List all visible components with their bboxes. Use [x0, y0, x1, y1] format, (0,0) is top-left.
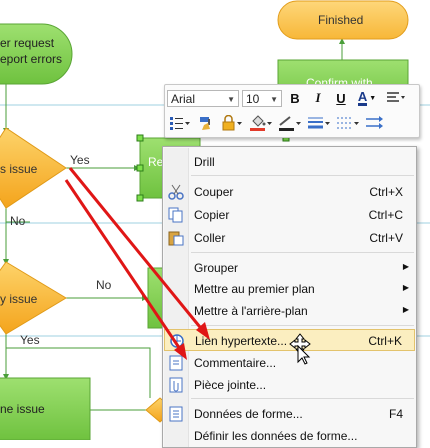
submenu-arrow-icon: ▶ — [402, 262, 409, 271]
menu-item-label: Grouper — [194, 261, 239, 275]
menu-separator — [191, 252, 414, 253]
format-painter-icon — [200, 117, 210, 130]
menu-item-group[interactable]: Grouper ▶ — [164, 257, 415, 279]
submenu-arrow-icon: ▶ — [402, 283, 409, 292]
yes-label-2: Yes — [20, 333, 40, 347]
bullets-icon — [170, 117, 190, 130]
format-painter-button[interactable] — [196, 113, 216, 133]
comment-icon — [169, 355, 183, 371]
font-color-button[interactable]: A ▼ — [354, 88, 380, 108]
dash-icon — [337, 117, 359, 129]
menu-item-define-shape-data[interactable]: Définir les données de forme... — [164, 425, 415, 447]
lock-button[interactable] — [219, 113, 245, 133]
line-weight-button[interactable] — [306, 113, 332, 133]
bold-icon: B — [290, 90, 300, 106]
start-terminal-line1: er request — [0, 36, 55, 50]
menu-item-label: Lien hypertexte... — [195, 334, 288, 348]
bottom-process-label: ne issue — [0, 402, 45, 416]
menu-item-label: Commentaire... — [194, 356, 277, 370]
underline-icon: U — [336, 90, 346, 106]
menu-item-shortcut: Ctrl+K — [368, 334, 402, 348]
font-family-select[interactable]: Arial ▼ — [167, 89, 239, 107]
fill-color-button[interactable] — [248, 113, 274, 133]
dash-style-button[interactable] — [335, 113, 361, 133]
menu-item-send-to-back[interactable]: Mettre à l'arrière-plan ▶ — [164, 300, 415, 322]
arrows-icon — [366, 116, 383, 129]
menu-item-label: Données de forme... — [194, 407, 303, 421]
align-button[interactable] — [383, 88, 409, 108]
start-terminal-line2: eport errors — [0, 52, 63, 66]
decision1-label: s issue — [0, 162, 38, 176]
font-family-value: Arial — [171, 91, 196, 106]
italic-button[interactable]: I — [308, 88, 328, 108]
menu-item-hyperlink[interactable]: Lien hypertexte... Ctrl+K — [164, 329, 415, 351]
no-label-2: No — [96, 278, 112, 292]
font-size-value: 10 — [246, 91, 260, 106]
attachment-icon — [169, 377, 183, 393]
menu-item-attachment[interactable]: Pièce jointe... — [164, 374, 415, 396]
menu-item-label: Mettre au premier plan — [194, 282, 315, 296]
copy-icon — [168, 207, 183, 223]
menu-item-paste[interactable]: Coller Ctrl+V — [164, 227, 415, 249]
font-color-icon: A — [357, 89, 368, 106]
menu-item-shortcut: Ctrl+C — [368, 208, 403, 222]
menu-item-bring-to-front[interactable]: Mettre au premier plan ▶ — [164, 278, 415, 300]
submenu-arrow-icon: ▶ — [402, 305, 409, 314]
menu-item-label: Coller — [194, 231, 226, 245]
no-label-1: No — [10, 214, 26, 228]
context-menu: Drill Couper Ctrl+X Copier Ctrl+C Coller… — [162, 146, 417, 448]
align-icon — [387, 92, 405, 102]
scissors-icon — [168, 184, 184, 200]
yes-label-1: Yes — [70, 153, 90, 167]
line-color-icon — [279, 116, 301, 131]
menu-separator — [191, 325, 414, 326]
menu-separator — [191, 398, 414, 399]
menu-item-cut[interactable]: Couper Ctrl+X — [164, 181, 415, 203]
menu-item-label: Drill — [194, 155, 215, 169]
lock-icon — [222, 115, 242, 131]
menu-item-shortcut: Ctrl+V — [369, 231, 403, 245]
menu-item-label: Copier — [194, 208, 230, 222]
paste-icon — [168, 231, 184, 246]
italic-icon: I — [315, 90, 321, 105]
bullets-button[interactable] — [167, 113, 193, 133]
line-weight-icon — [308, 117, 330, 129]
menu-item-label: Couper — [194, 185, 234, 199]
fill-icon — [250, 115, 272, 131]
chevron-down-icon: ▼ — [227, 94, 235, 104]
line-color-button[interactable] — [277, 113, 303, 133]
menu-item-label: Pièce jointe... — [194, 378, 267, 392]
menu-separator — [191, 175, 414, 176]
menu-item-label: Définir les données de forme... — [194, 429, 358, 443]
menu-item-shape-data[interactable]: Données de forme... F4 — [164, 403, 415, 425]
menu-item-shortcut: F4 — [388, 407, 403, 421]
finished-terminal-label: Finished — [318, 13, 364, 27]
arrows-button[interactable] — [364, 113, 390, 133]
menu-item-copy[interactable]: Copier Ctrl+C — [164, 204, 415, 226]
chevron-down-icon: ▼ — [270, 94, 278, 104]
underline-button[interactable]: U — [331, 88, 351, 108]
font-size-select[interactable]: 10 ▼ — [242, 89, 282, 107]
menu-item-label: Mettre à l'arrière-plan — [194, 304, 308, 318]
chevron-down-icon: ▼ — [369, 94, 377, 102]
mini-toolbar: Arial ▼ 10 ▼ B I U A ▼ — [164, 84, 420, 138]
decision2-label: y issue — [0, 292, 38, 306]
bold-button[interactable]: B — [285, 88, 305, 108]
menu-item-shortcut: Ctrl+X — [369, 185, 403, 199]
menu-item-drill[interactable]: Drill — [164, 151, 415, 173]
menu-item-comment[interactable]: Commentaire... — [164, 352, 415, 374]
shape-data-icon — [169, 406, 183, 422]
hyperlink-icon — [170, 334, 184, 348]
